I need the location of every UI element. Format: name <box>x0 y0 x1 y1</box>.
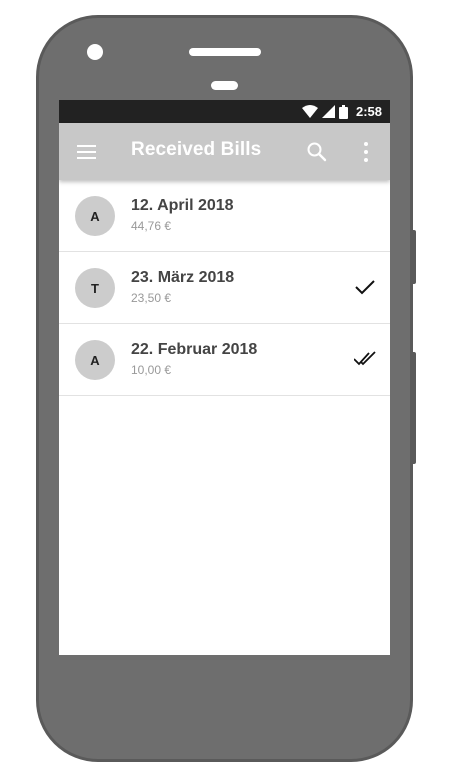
wifi-icon <box>301 105 318 118</box>
phone-volume-button <box>412 352 416 464</box>
earpiece-speaker <box>189 48 261 56</box>
status-time: 2:58 <box>355 104 382 119</box>
bill-list-item[interactable]: A 12. April 2018 44,76 € <box>59 180 390 252</box>
app-title: Received Bills <box>131 139 262 160</box>
battery-icon <box>338 104 348 119</box>
front-camera <box>87 44 103 60</box>
bill-list: A 12. April 2018 44,76 € T 23. März 2018… <box>59 180 390 396</box>
avatar: T <box>75 268 115 308</box>
status-bar: 2:58 <box>59 100 390 123</box>
bill-list-item[interactable]: A 22. Februar 2018 10,00 € <box>59 324 390 396</box>
phone-screen: 2:58 Received Bills A 12. April 2018 44,… <box>59 100 390 655</box>
more-vert-icon[interactable] <box>356 140 376 164</box>
bill-date: 12. April 2018 <box>131 197 234 214</box>
bill-amount: 44,76 € <box>131 219 172 233</box>
bill-amount: 10,00 € <box>131 363 172 377</box>
status-icons: 2:58 <box>301 100 382 123</box>
proximity-sensor <box>211 81 238 90</box>
menu-icon[interactable] <box>77 142 97 162</box>
avatar: A <box>75 196 115 236</box>
search-icon[interactable] <box>306 141 328 163</box>
app-bar: Received Bills <box>59 123 390 180</box>
bill-list-item[interactable]: T 23. März 2018 23,50 € <box>59 252 390 324</box>
bill-amount: 23,50 € <box>131 291 172 305</box>
double-check-icon <box>354 351 376 366</box>
avatar: A <box>75 340 115 380</box>
bill-date: 22. Februar 2018 <box>131 341 258 358</box>
bill-date: 23. März 2018 <box>131 269 235 286</box>
cell-signal-icon <box>321 105 335 118</box>
phone-power-button <box>412 230 416 284</box>
check-icon <box>355 280 375 295</box>
